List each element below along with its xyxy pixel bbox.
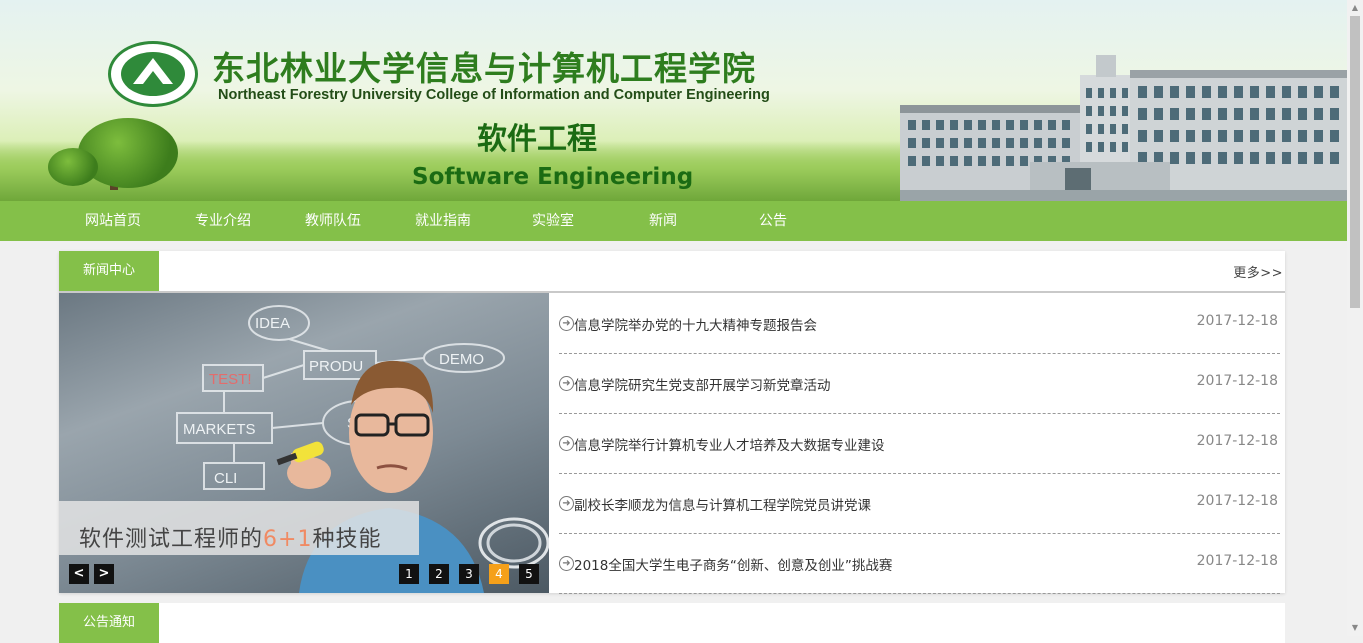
campus-building-illustration — [900, 55, 1347, 201]
slide-label-markets: MARKETS — [183, 421, 256, 438]
news-image-slider[interactable]: IDEA PRODU DEMO TEST! MARKETS S CLI — [59, 293, 549, 593]
slider-page-4[interactable]: 4 — [489, 564, 509, 584]
news-list: ➜ 信息学院举办党的十九大精神专题报告会 2017-12-18 ➜ 信息学院研究… — [559, 293, 1280, 594]
list-item: ➜ 副校长李顺龙为信息与计算机工程学院党员讲党课 2017-12-18 — [559, 473, 1280, 534]
news-title[interactable]: 信息学院研究生党支部开展学习新党章活动 — [574, 374, 831, 394]
school-name-cn: 东北林业大学信息与计算机工程学院 — [212, 49, 756, 88]
arrow-circle-icon: ➜ — [559, 496, 574, 511]
major-title-cn: 软件工程 — [477, 122, 597, 157]
nav-item-faculty[interactable]: 教师队伍 — [278, 201, 388, 241]
main-nav: 网站首页 专业介绍 教师队伍 就业指南 实验室 新闻 公告 — [0, 201, 1347, 241]
header-banner: 东北林业大学信息与计算机工程学院 Northeast Forestry Univ… — [0, 0, 1347, 201]
page-scrollbar[interactable]: ▲ ▼ — [1347, 0, 1363, 636]
news-more-link[interactable]: 更多>> — [1233, 262, 1283, 281]
arrow-circle-icon: ➜ — [559, 376, 574, 391]
slide-label-test: TEST! — [209, 371, 252, 388]
arrow-circle-icon: ➜ — [559, 316, 574, 331]
list-item: ➜ 信息学院举办党的十九大精神专题报告会 2017-12-18 — [559, 293, 1280, 354]
news-date: 2017-12-18 — [1196, 373, 1278, 389]
news-title[interactable]: 2018全国大学生电子商务“创新、创意及创业”挑战赛 — [574, 554, 892, 574]
nav-item-home[interactable]: 网站首页 — [58, 201, 168, 241]
tree-decoration-small — [48, 148, 98, 186]
news-date: 2017-12-18 — [1196, 433, 1278, 449]
slide-label-produ: PRODU — [309, 358, 363, 375]
slider-next-button[interactable]: > — [94, 564, 114, 584]
slide-caption-text: 软件测试工程师的 — [79, 527, 264, 552]
news-date: 2017-12-18 — [1196, 493, 1278, 509]
arrow-circle-icon: ➜ — [559, 436, 574, 451]
list-item: ➜ 信息学院举行计算机专业人才培养及大数据专业建设 2017-12-18 — [559, 413, 1280, 474]
arrow-circle-icon: ➜ — [559, 556, 574, 571]
news-title[interactable]: 副校长李顺龙为信息与计算机工程学院党员讲党课 — [574, 494, 871, 514]
slider-page-2[interactable]: 2 — [429, 564, 449, 584]
slide-label-cli: CLI — [214, 470, 237, 487]
slider-page-5[interactable]: 5 — [519, 564, 539, 584]
scroll-up-icon[interactable]: ▲ — [1347, 0, 1363, 16]
list-item: ➜ 2018全国大学生电子商务“创新、创意及创业”挑战赛 2017-12-18 — [559, 533, 1280, 594]
slider-page-1[interactable]: 1 — [399, 564, 419, 584]
news-title[interactable]: 信息学院举办党的十九大精神专题报告会 — [574, 314, 817, 334]
notice-section-title: 公告通知 — [59, 603, 159, 643]
major-title-en: Software Engineering — [412, 164, 694, 190]
nav-item-lab[interactable]: 实验室 — [498, 201, 608, 241]
news-title[interactable]: 信息学院举行计算机专业人才培养及大数据专业建设 — [574, 434, 885, 454]
news-section-title: 新闻中心 — [59, 251, 159, 291]
slider-prev-button[interactable]: < — [69, 564, 89, 584]
nav-item-employment[interactable]: 就业指南 — [388, 201, 498, 241]
school-name-en: Northeast Forestry University College of… — [218, 87, 770, 103]
slide-label-demo: DEMO — [439, 351, 484, 368]
news-panel-header: 新闻中心 更多>> — [59, 251, 1285, 293]
scrollbar-thumb[interactable] — [1350, 16, 1360, 308]
list-item: ➜ 信息学院研究生党支部开展学习新党章活动 2017-12-18 — [559, 353, 1280, 414]
nav-item-news[interactable]: 新闻 — [608, 201, 718, 241]
slide-caption-text-end: 种技能 — [312, 527, 382, 552]
news-date: 2017-12-18 — [1196, 553, 1278, 569]
slide-label-idea: IDEA — [255, 315, 290, 332]
news-panel: 新闻中心 更多>> IDEA PRODU DEMO TEST! MARKETS … — [59, 251, 1285, 594]
notice-panel: 公告通知 — [59, 603, 1285, 643]
slider-page-3[interactable]: 3 — [459, 564, 479, 584]
nav-item-major-intro[interactable]: 专业介绍 — [168, 201, 278, 241]
news-date: 2017-12-18 — [1196, 313, 1278, 329]
slide-caption: 软件测试工程师的6+1种技能 — [79, 521, 381, 553]
slide-caption-highlight: 6+1 — [263, 527, 313, 552]
nav-item-notice[interactable]: 公告 — [718, 201, 828, 241]
scroll-down-icon[interactable]: ▼ — [1347, 620, 1363, 636]
university-seal-icon — [108, 41, 198, 107]
